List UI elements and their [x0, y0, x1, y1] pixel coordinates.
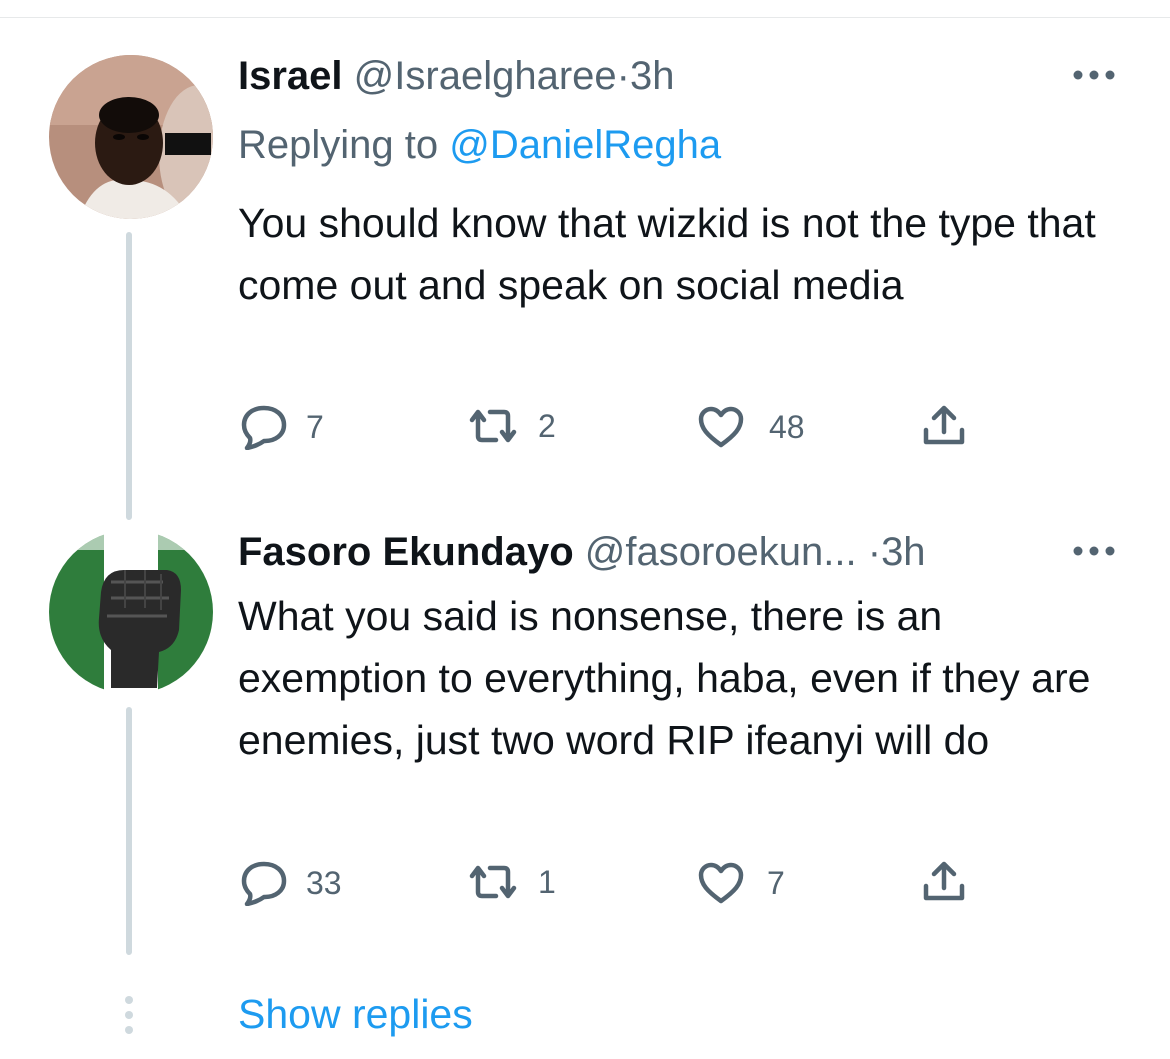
more-vertical-dots-icon [125, 996, 133, 1034]
retweet-button[interactable]: 1 [466, 860, 556, 904]
tweet-header: Fasoro Ekundayo @fasoroekun... ·3h [238, 528, 926, 576]
replying-to-label: Replying to [238, 123, 439, 167]
tweet-text: What you said is nonsense, there is an e… [238, 593, 1091, 763]
avatar-israel[interactable] [49, 55, 213, 219]
display-name[interactable]: Fasoro Ekundayo [238, 530, 574, 574]
reply-icon [241, 861, 287, 906]
heart-icon [698, 406, 744, 448]
reply-count: 33 [306, 864, 342, 901]
more-horizontal-icon[interactable] [1072, 69, 1116, 81]
user-handle[interactable]: @fasoroekun... [585, 530, 857, 574]
like-count: 7 [767, 864, 785, 901]
share-button[interactable] [920, 402, 968, 448]
reply-button[interactable]: 33 [240, 860, 342, 906]
top-divider [0, 17, 1170, 18]
timestamp[interactable]: 3h [630, 54, 675, 98]
thread-line [126, 707, 132, 955]
like-button[interactable]: 48 [697, 405, 805, 449]
reply-icon [241, 405, 287, 450]
separator-dot: · [616, 54, 630, 98]
more-horizontal-icon[interactable] [1072, 545, 1116, 557]
retweet-icon [469, 409, 517, 443]
avatar-image [49, 530, 213, 694]
avatar-fasoro[interactable] [49, 530, 213, 694]
display-name[interactable]: Israel [238, 54, 343, 98]
show-replies-link[interactable]: Show replies [238, 988, 473, 1040]
tweet-header: Israel @Israelgharee·3h [238, 52, 674, 100]
share-icon [923, 861, 965, 901]
retweet-count: 2 [538, 407, 556, 444]
thread-line [126, 232, 132, 520]
separator-dot: · [867, 530, 882, 574]
replying-to: Replying to @DanielRegha [238, 121, 721, 169]
retweet-icon [469, 865, 517, 899]
avatar-image [49, 55, 213, 219]
reply-count: 7 [306, 408, 324, 445]
retweet-count: 1 [538, 863, 556, 900]
share-icon [923, 405, 965, 445]
like-count: 48 [769, 408, 805, 445]
reply-button[interactable]: 7 [240, 404, 324, 450]
share-button[interactable] [920, 858, 968, 904]
retweet-button[interactable]: 2 [466, 404, 556, 448]
timestamp[interactable]: 3h [881, 530, 926, 574]
like-button[interactable]: 7 [697, 861, 785, 905]
replying-to-handle[interactable]: @DanielRegha [449, 123, 721, 167]
tweet-text: You should know that wizkid is not the t… [238, 200, 1096, 308]
user-handle[interactable]: @Israelgharee [354, 54, 617, 98]
heart-icon [698, 862, 744, 904]
